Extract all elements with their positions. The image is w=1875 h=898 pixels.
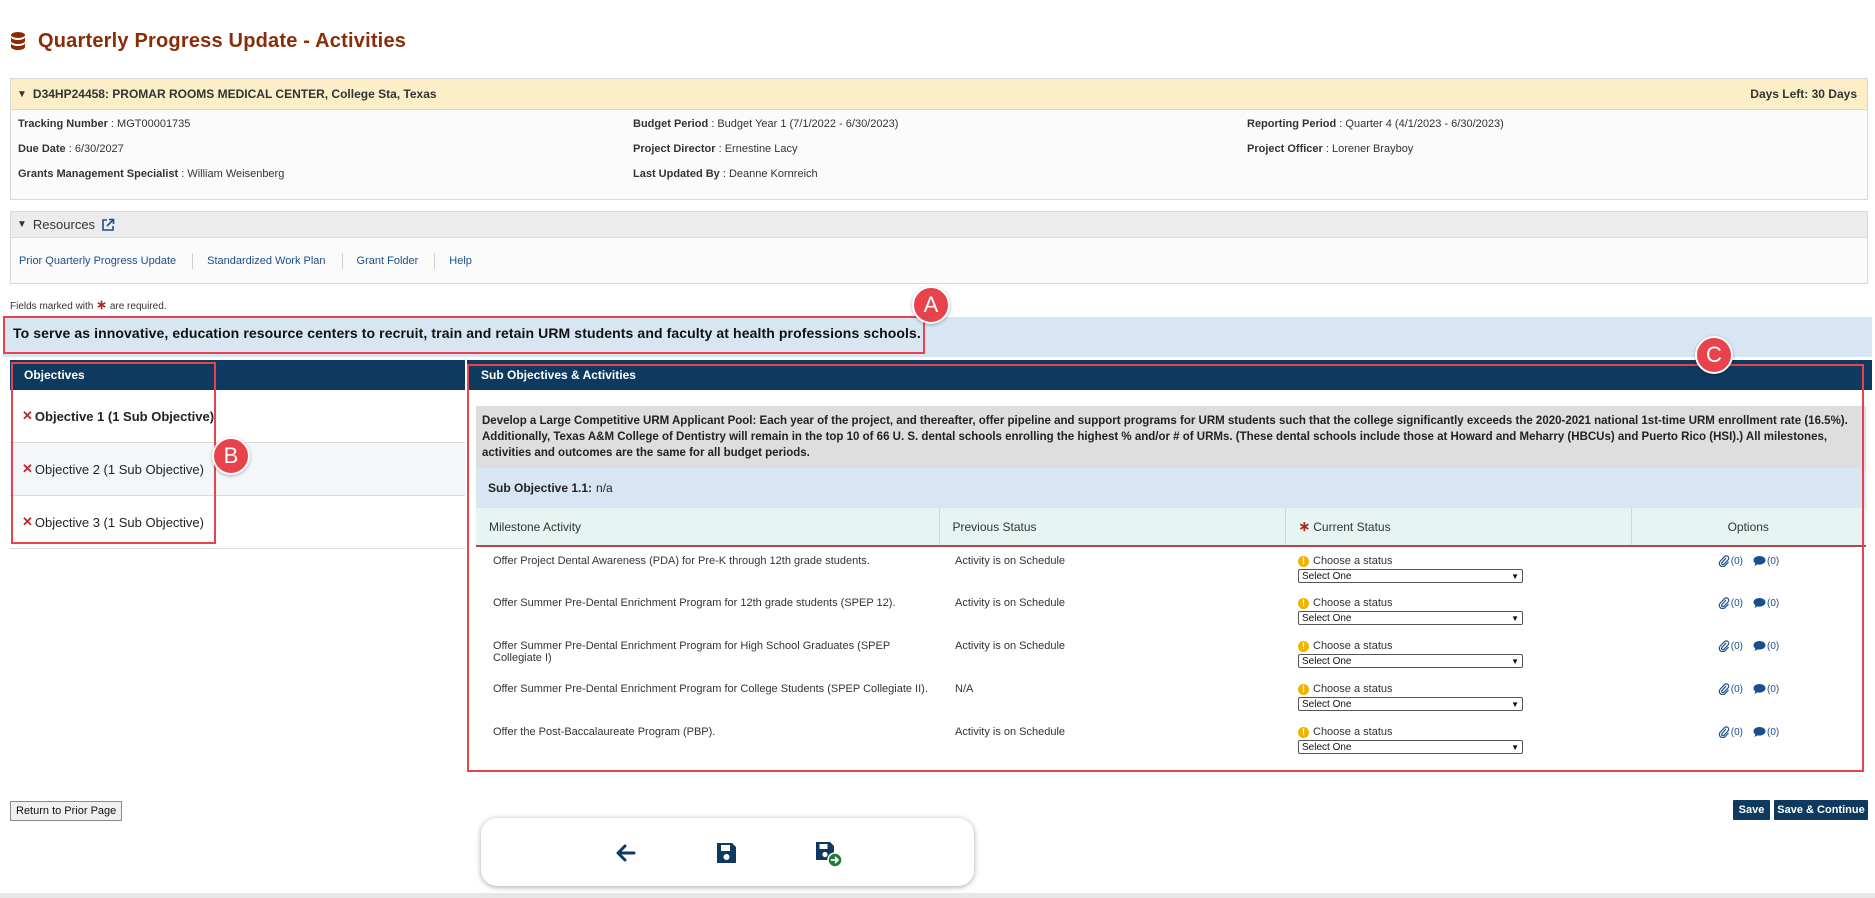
annotation-box-b <box>11 362 216 544</box>
budget-period: Budget Period : Budget Year 1 (7/1/2022 … <box>633 118 899 130</box>
annotation-badge-c: C <box>1695 336 1733 374</box>
link-standardized-work-plan[interactable]: Standardized Work Plan <box>207 253 343 269</box>
page-bottom-edge <box>0 893 1875 898</box>
link-prior-quarterly-progress-update[interactable]: Prior Quarterly Progress Update <box>19 253 194 269</box>
annotation-badge-b: B <box>212 437 250 475</box>
save-icon[interactable] <box>711 838 741 868</box>
link-grant-folder[interactable]: Grant Folder <box>357 253 436 269</box>
page-title-area: Quarterly Progress Update - Activities <box>10 30 406 53</box>
required-fields-note: Fields marked with ∗ are required. <box>10 297 167 312</box>
due-date: Due Date : 6/30/2027 <box>18 143 124 155</box>
collapse-caret-icon[interactable]: ▼ <box>17 89 27 100</box>
back-arrow-icon[interactable] <box>611 838 641 868</box>
database-icon <box>11 31 25 50</box>
save-button[interactable]: Save <box>1733 800 1770 820</box>
annotation-badge-a: A <box>912 286 950 324</box>
save-and-continue-icon[interactable] <box>811 838 845 868</box>
resources-title: Resources <box>32 217 96 232</box>
days-left: Days Left: 30 Days <box>1750 87 1857 101</box>
return-to-prior-page-button[interactable]: Return to Prior Page <box>10 801 123 821</box>
required-asterisk-icon: ∗ <box>96 297 108 312</box>
last-updated-by: Last Updated By : Deanne Kornreich <box>633 168 818 180</box>
external-link-icon[interactable] <box>101 218 115 232</box>
tracking-number: Tracking Number : MGT00001735 <box>18 118 191 130</box>
grant-header-title: D34HP24458: PROMAR ROOMS MEDICAL CENTER,… <box>32 87 437 101</box>
link-help[interactable]: Help <box>449 253 488 269</box>
annotation-box-a <box>3 316 925 354</box>
project-officer: Project Officer : Lorener Brayboy <box>1247 143 1414 155</box>
resources-header[interactable]: ▼ Resources <box>11 212 1867 238</box>
grants-management-specialist: Grants Management Specialist : William W… <box>18 168 285 180</box>
resources-panel: ▼ Resources Prior Quarterly Progress Upd… <box>10 211 1868 284</box>
save-and-continue-button[interactable]: Save & Continue <box>1774 800 1868 820</box>
collapse-caret-icon[interactable]: ▼ <box>17 219 27 230</box>
page-title: Quarterly Progress Update - Activities <box>38 30 407 52</box>
grant-panel-header[interactable]: ▼ D34HP24458: PROMAR ROOMS MEDICAL CENTE… <box>11 79 1867 110</box>
project-director: Project Director : Ernestine Lacy <box>633 143 798 155</box>
annotation-box-c <box>467 364 1864 772</box>
grant-info-panel: ▼ D34HP24458: PROMAR ROOMS MEDICAL CENTE… <box>10 78 1868 200</box>
reporting-period: Reporting Period : Quarter 4 (4/1/2023 -… <box>1247 118 1504 130</box>
floating-toolbar <box>481 818 974 886</box>
